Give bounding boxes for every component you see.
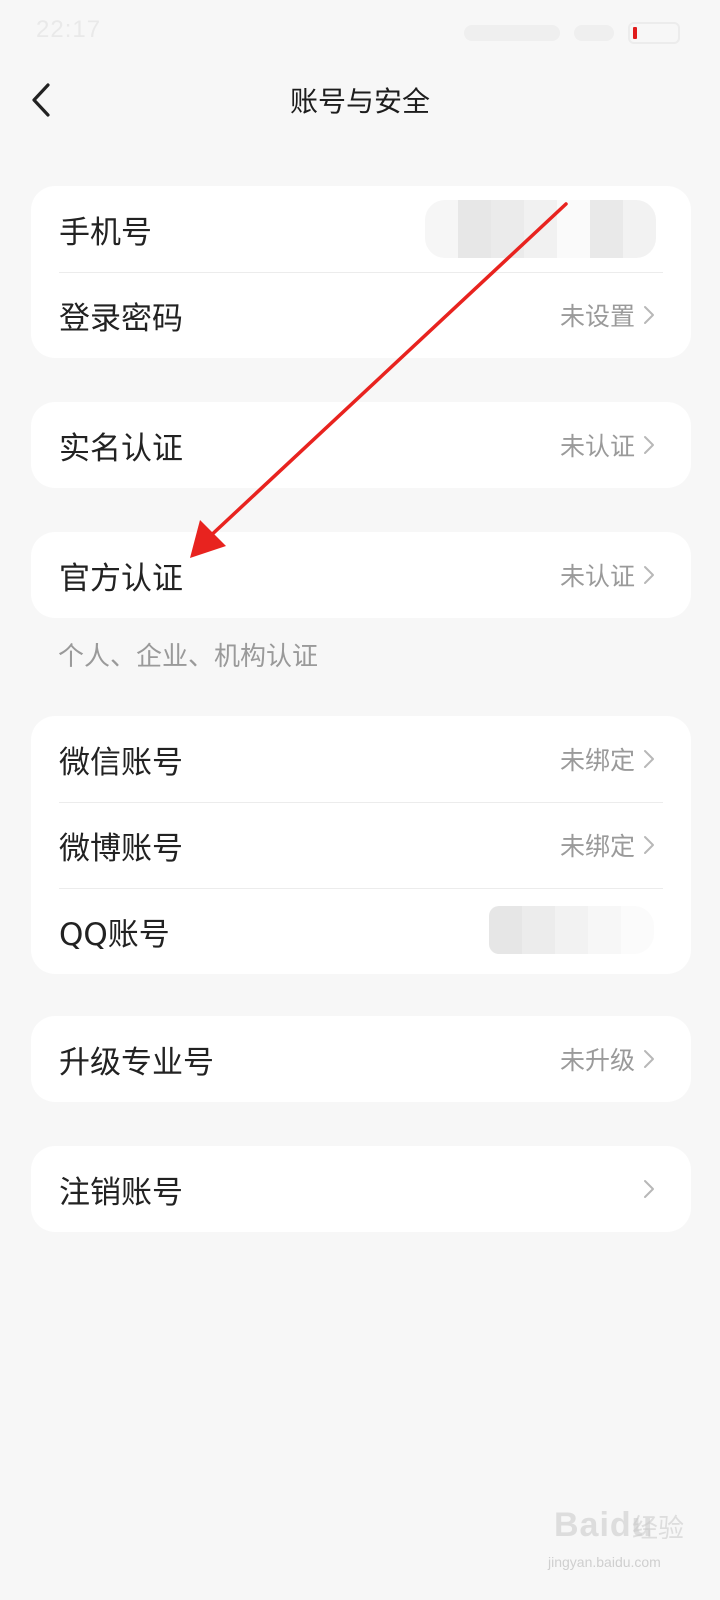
official-verification-label: 官方认证 <box>59 560 183 597</box>
page-title: 账号与安全 <box>289 85 430 118</box>
navigation-bar: 账号与安全 <box>0 66 720 132</box>
wifi-icon <box>574 25 614 41</box>
watermark-product: 经验 <box>632 1514 685 1544</box>
chevron-right-icon <box>644 836 654 854</box>
cancel-account-label: 注销账号 <box>59 1174 183 1211</box>
upgrade-pro-label: 升级专业号 <box>59 1044 214 1081</box>
phone-number-blurred <box>425 200 656 258</box>
login-password-status: 未设置 <box>559 302 635 331</box>
upgrade-pro-row[interactable]: 升级专业号 未升级 <box>31 1016 691 1102</box>
weibo-status: 未绑定 <box>559 832 635 861</box>
login-password-label: 登录密码 <box>59 300 183 337</box>
official-verification-status: 未认证 <box>559 562 635 591</box>
battery-icon <box>628 22 680 44</box>
chevron-right-icon <box>644 436 654 454</box>
cancel-account-row[interactable]: 注销账号 <box>31 1146 691 1232</box>
qq-account-blurred <box>489 906 654 954</box>
bindings-card: 微信账号 未绑定 微博账号 未绑定 QQ账号 <box>31 716 691 974</box>
chevron-right-icon <box>644 1180 654 1198</box>
status-icons <box>464 20 680 46</box>
chevron-right-icon <box>644 1050 654 1068</box>
phone-row[interactable]: 手机号 <box>31 186 691 272</box>
wechat-status: 未绑定 <box>559 746 635 775</box>
qq-row[interactable]: QQ账号 <box>31 888 691 974</box>
login-password-row[interactable]: 登录密码 未设置 <box>31 272 691 358</box>
watermark: Baidu 经验 jingyan.baidu.com <box>548 1498 688 1578</box>
real-name-label: 实名认证 <box>59 430 183 467</box>
real-name-status: 未认证 <box>559 432 635 461</box>
upgrade-pro-status: 未升级 <box>559 1046 635 1075</box>
real-name-card: 实名认证 未认证 <box>31 402 691 488</box>
signal-icon <box>464 25 560 41</box>
chevron-right-icon <box>644 566 654 584</box>
weibo-row[interactable]: 微博账号 未绑定 <box>31 802 691 888</box>
status-bar: 22:17 <box>0 0 720 66</box>
wechat-label: 微信账号 <box>59 744 183 781</box>
battery-level <box>633 27 637 39</box>
real-name-row[interactable]: 实名认证 未认证 <box>31 402 691 488</box>
qq-label: QQ账号 <box>59 916 170 953</box>
account-card: 手机号 登录密码 未设置 <box>31 186 691 358</box>
upgrade-card: 升级专业号 未升级 <box>31 1016 691 1102</box>
status-time: 22:17 <box>36 16 102 43</box>
wechat-row[interactable]: 微信账号 未绑定 <box>31 716 691 802</box>
chevron-right-icon <box>644 750 654 768</box>
chevron-right-icon <box>644 306 654 324</box>
cancel-account-card: 注销账号 <box>31 1146 691 1232</box>
official-card: 官方认证 未认证 <box>31 532 691 618</box>
official-verification-note: 个人、企业、机构认证 <box>58 642 319 672</box>
phone-label: 手机号 <box>59 214 152 251</box>
watermark-url: jingyan.baidu.com <box>548 1554 661 1570</box>
official-verification-row[interactable]: 官方认证 未认证 <box>31 532 691 618</box>
weibo-label: 微博账号 <box>59 830 183 867</box>
